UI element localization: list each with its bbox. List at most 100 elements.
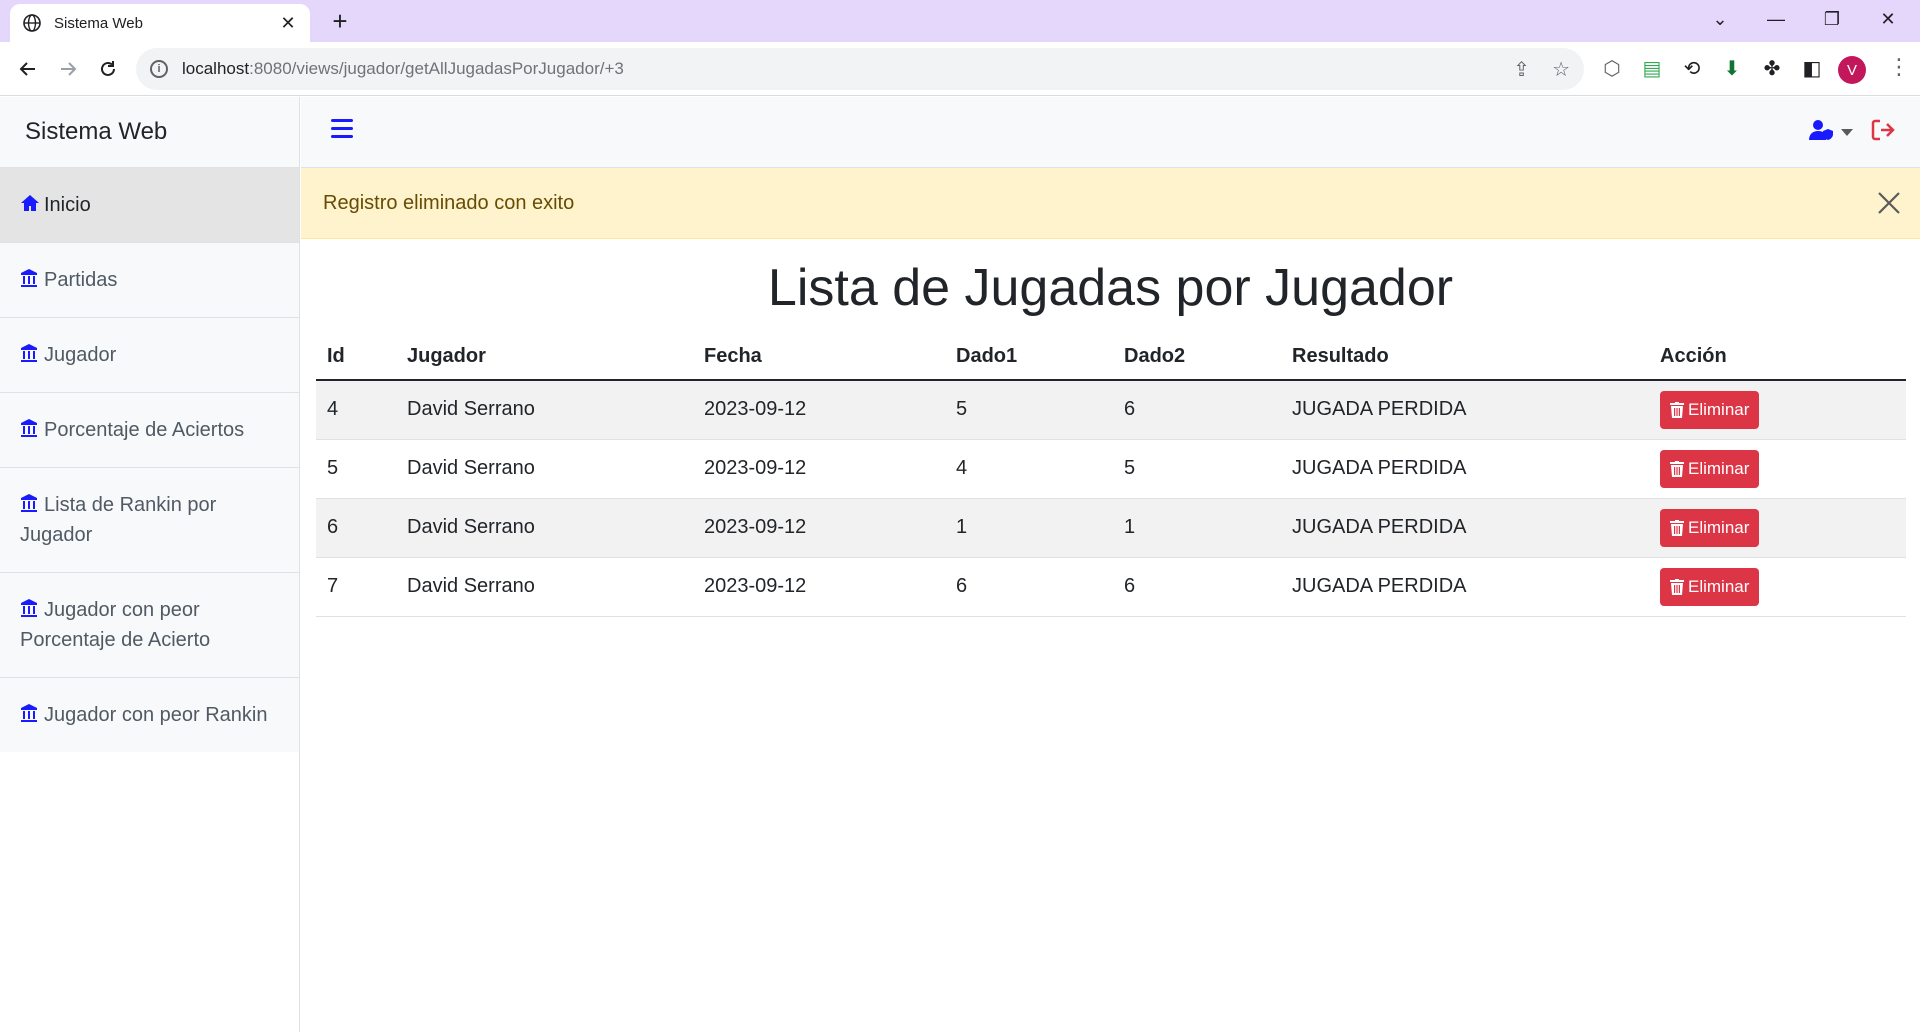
hamburger-menu-icon[interactable] <box>331 119 353 143</box>
browser-tab[interactable]: Sistema Web ✕ <box>10 4 310 42</box>
top-navbar <box>301 97 1920 168</box>
table-row: 6 David Serrano 2023-09-12 1 1 JUGADA PE… <box>316 498 1906 558</box>
cell-accion: Eliminar <box>1649 380 1906 440</box>
chevron-down-icon[interactable]: ⌄ <box>1692 0 1748 38</box>
cell-dado1: 4 <box>945 439 1113 499</box>
caret-down-icon <box>1841 124 1853 142</box>
delete-button[interactable]: Eliminar <box>1660 390 1760 429</box>
cell-id: 5 <box>316 439 396 499</box>
address-bar[interactable]: i localhost:8080/views/jugador/getAllJug… <box>136 48 1584 90</box>
cell-jugador: David Serrano <box>396 557 693 617</box>
star-icon[interactable]: ☆ <box>1552 57 1570 82</box>
logout-icon[interactable] <box>1871 119 1895 146</box>
sidebar-item-partidas[interactable]: Partidas <box>0 243 299 318</box>
sidebar-item-peor-porcentaje[interactable]: Jugador con peor Porcentaje de Acierto <box>0 573 299 678</box>
column-header-fecha: Fecha <box>693 333 945 381</box>
globe-icon <box>22 13 42 33</box>
tab-title: Sistema Web <box>54 14 143 32</box>
new-tab-button[interactable]: + <box>326 7 354 35</box>
delete-button[interactable]: Eliminar <box>1660 508 1760 547</box>
more-options-icon[interactable]: ⋮ <box>1888 54 1910 80</box>
table-row: 7 David Serrano 2023-09-12 6 6 JUGADA PE… <box>316 557 1906 617</box>
cell-jugador: David Serrano <box>396 498 693 558</box>
trash-icon <box>1670 401 1684 418</box>
browser-tab-bar: Sistema Web ✕ + ⌄ — ❐ ✕ <box>0 0 1920 42</box>
cell-resultado: JUGADA PERDIDA <box>1281 498 1649 558</box>
cell-id: 7 <box>316 557 396 617</box>
sidebar-item-jugador[interactable]: Jugador <box>0 318 299 393</box>
table-row: 4 David Serrano 2023-09-12 5 6 JUGADA PE… <box>316 380 1906 440</box>
cell-accion: Eliminar <box>1649 557 1906 617</box>
delete-button-label: Eliminar <box>1688 399 1750 419</box>
sidebar-item-label: Jugador con peor Rankin <box>44 704 268 726</box>
column-header-dado1: Dado1 <box>945 333 1113 381</box>
side-panel-icon[interactable]: ◧ <box>1798 54 1826 82</box>
cell-resultado: JUGADA PERDIDA <box>1281 439 1649 499</box>
puzzle-icon[interactable]: ✤ <box>1758 54 1786 82</box>
success-alert: Registro eliminado con exito <box>301 168 1920 239</box>
sidebar-item-label: Jugador con peor Porcentaje de Acierto <box>20 599 211 651</box>
sidebar-item-label: Partidas <box>44 269 118 291</box>
cell-dado2: 1 <box>1113 498 1281 558</box>
building-icon <box>20 702 40 722</box>
user-dropdown[interactable] <box>1809 119 1853 146</box>
back-button[interactable] <box>12 53 44 85</box>
browser-toolbar: i localhost:8080/views/jugador/getAllJug… <box>0 42 1920 96</box>
column-header-jugador: Jugador <box>396 333 693 381</box>
cell-id: 4 <box>316 380 396 440</box>
trash-icon <box>1670 578 1684 595</box>
share-icon[interactable]: ⇪ <box>1513 57 1530 82</box>
column-header-dado2: Dado2 <box>1113 333 1281 381</box>
column-header-accion: Acción <box>1649 333 1906 381</box>
download-arrow-icon[interactable]: ⬇ <box>1718 54 1746 82</box>
delete-button[interactable]: Eliminar <box>1660 449 1760 488</box>
cell-fecha: 2023-09-12 <box>693 498 945 558</box>
reload-button[interactable] <box>92 53 124 85</box>
sheet-extension-icon[interactable]: ▤ <box>1638 54 1666 82</box>
building-icon <box>20 417 40 437</box>
building-icon <box>20 267 40 287</box>
sync-extension-icon[interactable]: ⟲ <box>1678 54 1706 82</box>
minimize-button[interactable]: — <box>1748 0 1804 38</box>
user-shield-icon <box>1809 119 1835 146</box>
sidebar-item-label: Porcentaje de Aciertos <box>44 419 245 441</box>
close-icon[interactable] <box>1876 190 1902 216</box>
url-path: :8080/views/jugador/getAllJugadasPorJuga… <box>249 59 624 78</box>
sidebar-item-peor-rankin[interactable]: Jugador con peor Rankin <box>0 678 299 752</box>
home-icon <box>20 192 40 212</box>
cell-jugador: David Serrano <box>396 439 693 499</box>
cell-jugador: David Serrano <box>396 380 693 440</box>
delete-button[interactable]: Eliminar <box>1660 567 1760 606</box>
forward-button[interactable] <box>52 53 84 85</box>
column-header-resultado: Resultado <box>1281 333 1649 381</box>
cell-accion: Eliminar <box>1649 498 1906 558</box>
cube-extension-icon[interactable]: ⬡ <box>1598 54 1626 82</box>
alert-message: Registro eliminado con exito <box>323 191 575 214</box>
url-host: localhost <box>182 59 250 78</box>
info-icon[interactable]: i <box>150 60 168 78</box>
cell-dado2: 5 <box>1113 439 1281 499</box>
jugadas-table: Id Jugador Fecha Dado1 Dado2 Resultado A… <box>316 333 1906 617</box>
close-tab-icon[interactable]: ✕ <box>278 13 298 34</box>
sidebar-item-label: Inicio <box>44 194 91 216</box>
trash-icon <box>1670 519 1684 536</box>
profile-avatar[interactable]: V <box>1838 56 1866 84</box>
cell-dado1: 6 <box>945 557 1113 617</box>
sidebar-item-label: Jugador <box>44 344 117 366</box>
close-window-button[interactable]: ✕ <box>1860 0 1916 38</box>
cell-id: 6 <box>316 498 396 558</box>
sidebar-item-label: Lista de Rankin por Jugador <box>20 494 217 546</box>
sidebar-item-lista-rankin[interactable]: Lista de Rankin por Jugador <box>0 468 299 573</box>
restore-button[interactable]: ❐ <box>1804 0 1860 38</box>
cell-fecha: 2023-09-12 <box>693 380 945 440</box>
sidebar-item-porcentaje-aciertos[interactable]: Porcentaje de Aciertos <box>0 393 299 468</box>
cell-fecha: 2023-09-12 <box>693 439 945 499</box>
cell-dado2: 6 <box>1113 380 1281 440</box>
sidebar-item-inicio[interactable]: Inicio <box>0 168 299 243</box>
trash-icon <box>1670 460 1684 477</box>
building-icon <box>20 492 40 512</box>
table-row: 5 David Serrano 2023-09-12 4 5 JUGADA PE… <box>316 439 1906 499</box>
cell-dado2: 6 <box>1113 557 1281 617</box>
cell-dado1: 5 <box>945 380 1113 440</box>
delete-button-label: Eliminar <box>1688 458 1750 478</box>
